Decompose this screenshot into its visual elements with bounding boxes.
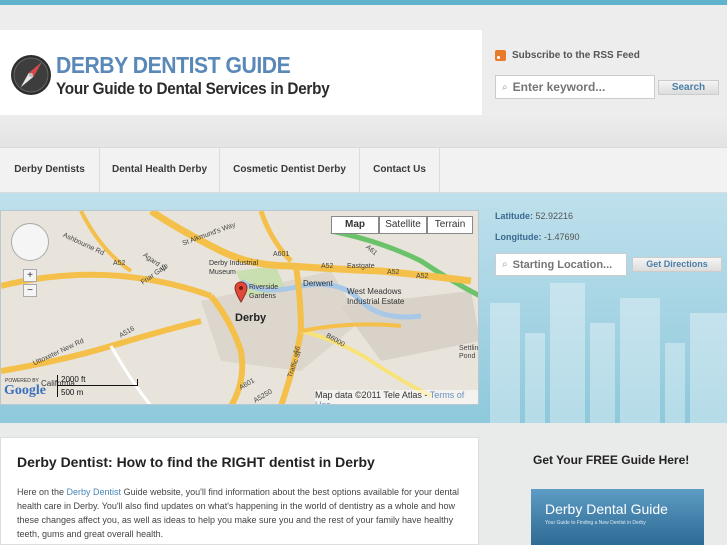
zoom-in-button[interactable]: + xyxy=(23,269,37,282)
map-attribution: Map data ©2011 Tele Atlas - Terms of Use xyxy=(315,390,478,404)
article: Derby Dentist: How to find the RIGHT den… xyxy=(0,437,479,545)
rss-icon xyxy=(495,50,506,61)
map-type-terrain-button[interactable]: Terrain xyxy=(427,216,473,234)
location-map[interactable]: + − Map Satellite Terrain Ashbourne Rd A… xyxy=(0,210,479,405)
map-label-a52-left: A52 xyxy=(113,260,126,267)
sidebar-title: Get Your FREE Guide Here! xyxy=(533,453,690,467)
map-label-derwent: Derwent xyxy=(303,279,333,288)
compass-icon xyxy=(11,55,51,95)
logo-tagline: Your Guide to Dental Services in Derby xyxy=(56,79,330,98)
map-label-a52-far: A52 xyxy=(416,273,429,280)
map-scale: 2000 ft 500 m xyxy=(57,375,138,401)
article-intro: Here on the Derby Dentist Guide website,… xyxy=(17,487,459,539)
map-label-west-meadows: West Meadows Industrial Estate xyxy=(347,287,405,306)
derby-dentist-link[interactable]: Derby Dentist xyxy=(67,487,122,497)
article-title: Derby Dentist: How to find the RIGHT den… xyxy=(17,454,375,470)
nav-item-dental-health-derby[interactable]: Dental Health Derby xyxy=(100,148,220,192)
search-field[interactable]: ⌕ xyxy=(495,75,655,99)
nav-item-derby-dentists[interactable]: Derby Dentists xyxy=(0,148,100,192)
map-type-satellite-button[interactable]: Satellite xyxy=(379,216,427,234)
map-label-a52-right: A52 xyxy=(387,269,400,276)
longitude-value: -1.47690 xyxy=(544,232,580,242)
search-icon: ⌕ xyxy=(502,259,508,270)
latitude-value: 52.92216 xyxy=(535,211,574,221)
map-label-a52-mid: A52 xyxy=(321,263,334,270)
main-nav: Derby Dentists Dental Health Derby Cosme… xyxy=(0,147,727,193)
search-button[interactable]: Search xyxy=(658,80,719,95)
starting-location-field[interactable]: ⌕ xyxy=(495,253,627,276)
location-pin-icon[interactable] xyxy=(234,281,248,303)
site-logo[interactable]: DERBY DENTIST GUIDE Your Guide to Dental… xyxy=(0,30,482,115)
rss-subscribe-link[interactable]: Subscribe to the RSS Feed xyxy=(495,50,640,61)
free-guide-banner[interactable]: Derby Dental Guide Your Guide to Finding… xyxy=(531,489,704,545)
map-label-derby: Derby xyxy=(235,312,267,324)
search-icon: ⌕ xyxy=(502,81,508,93)
google-logo[interactable]: Google xyxy=(4,383,46,399)
nav-item-contact-us[interactable]: Contact Us xyxy=(360,148,440,192)
starting-location-input[interactable] xyxy=(512,258,625,271)
banner-title: Derby Dental Guide xyxy=(545,501,668,517)
zoom-out-button[interactable]: − xyxy=(23,284,37,297)
latitude-row: Latitude: 52.92216 xyxy=(495,211,574,221)
map-label-industrial-museum: Derby Industrial Museum xyxy=(209,260,259,276)
get-directions-button[interactable]: Get Directions xyxy=(632,257,722,272)
longitude-row: Longitude: -1.47690 xyxy=(495,232,580,242)
map-pan-control[interactable] xyxy=(11,223,49,261)
rss-label: Subscribe to the RSS Feed xyxy=(512,50,640,61)
banner-subtitle: Your Guide to Finding a New Dentist in D… xyxy=(545,520,646,526)
map-label-eastgate: Eastgate xyxy=(347,263,375,270)
nav-item-cosmetic-dentist-derby[interactable]: Cosmetic Dentist Derby xyxy=(220,148,360,192)
map-label-a601-top: A601 xyxy=(273,251,290,258)
map-type-map-button[interactable]: Map xyxy=(331,216,379,234)
map-label-settling: Settlin Pond xyxy=(459,345,479,360)
map-label-riverside: Riverside Gardens xyxy=(249,284,279,300)
logo-title: DERBY DENTIST GUIDE xyxy=(56,52,291,78)
search-input[interactable] xyxy=(512,80,643,94)
